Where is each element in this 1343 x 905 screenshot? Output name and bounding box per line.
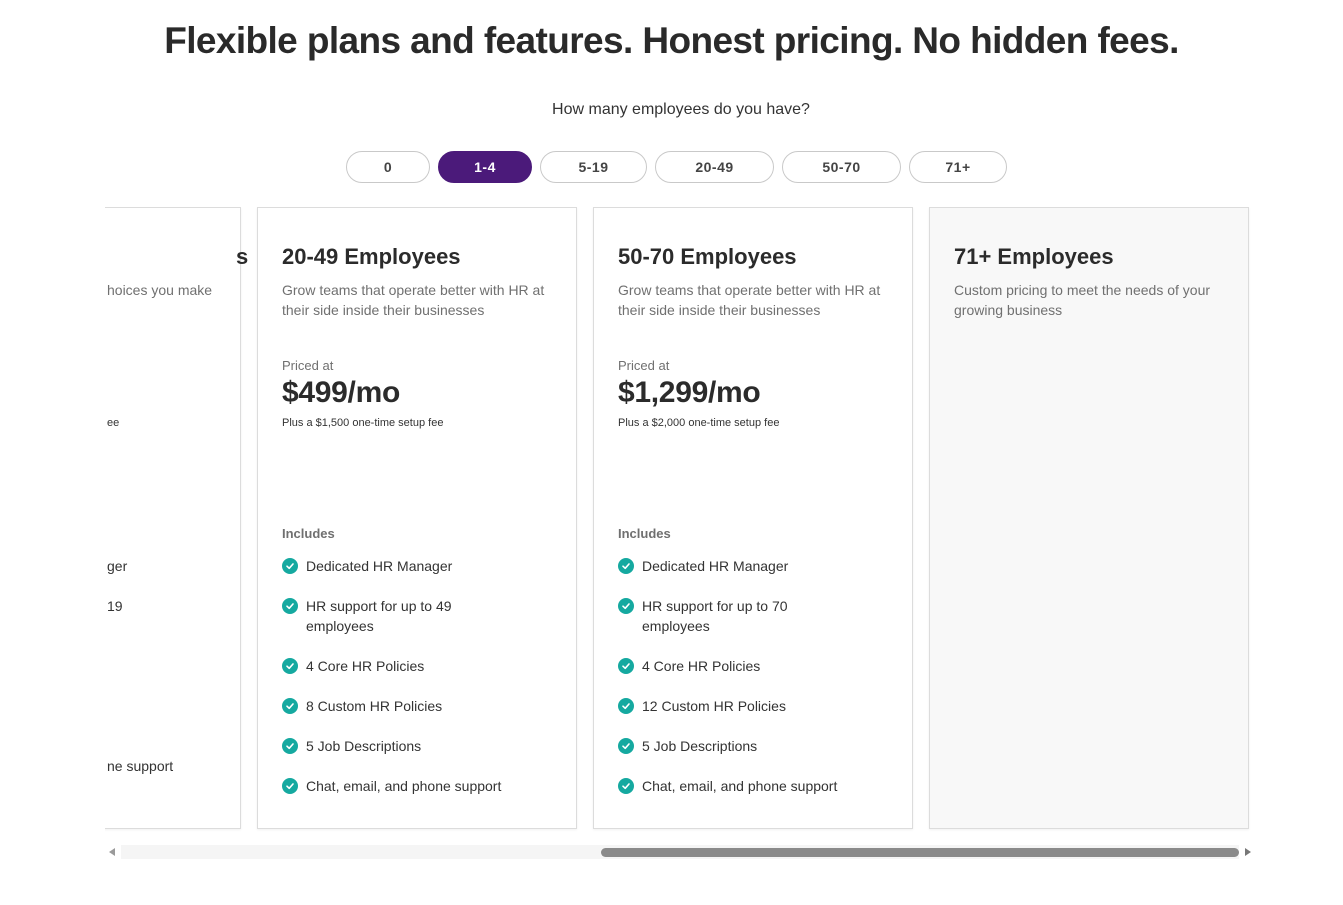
option-5-19-button[interactable]: 5-19 — [540, 151, 647, 183]
check-circle-icon — [282, 778, 298, 794]
plan-title: 50-70 Employees — [618, 244, 797, 269]
check-circle-icon — [618, 778, 634, 794]
feature-item: HR support for up to 70 employees — [618, 596, 898, 636]
feature-item: Chat, email, and phone support — [618, 776, 898, 796]
scrollbar-thumb[interactable] — [601, 848, 1239, 857]
feature-item: 4 Core HR Policies — [618, 656, 898, 676]
check-circle-icon — [282, 558, 298, 574]
check-circle-icon — [618, 598, 634, 614]
option-20-49-button[interactable]: 20-49 — [655, 151, 774, 183]
check-circle-icon — [282, 658, 298, 674]
check-circle-icon — [282, 698, 298, 714]
plan-feature-list: Dedicated HR Manager HR support for up t… — [282, 556, 562, 816]
option-50-70-button[interactable]: 50-70 — [782, 151, 901, 183]
option-0-button[interactable]: 0 — [346, 151, 430, 183]
check-circle-icon — [282, 598, 298, 614]
page-headline: Flexible plans and features. Honest pric… — [164, 20, 1179, 61]
includes-label: Includes — [282, 526, 335, 541]
option-1-4-button[interactable]: 1-4 — [438, 151, 532, 183]
feature-item: 12 Custom HR Policies — [618, 696, 898, 716]
includes-label: Includes — [618, 526, 671, 541]
plan-setup-fee: ee — [107, 417, 120, 429]
arrow-left-icon[interactable] — [109, 848, 115, 856]
feature-item: 5 Job Descriptions — [282, 736, 562, 756]
employee-count-question: How many employees do you have? — [552, 101, 810, 118]
plans-carousel[interactable]: s hoices you make ee ger 19 x x x ne sup… — [105, 207, 1255, 832]
feature-item: 4 Core HR Policies — [282, 656, 562, 676]
plan-setup-fee: Plus a $1,500 one-time setup fee — [282, 417, 444, 429]
plan-card-71-plus: 71+ Employees Custom pricing to meet the… — [929, 207, 1249, 829]
plan-title: 20-49 Employees — [282, 244, 461, 269]
plan-description: Grow teams that operate better with HR a… — [618, 282, 881, 318]
employee-count-selector: 0 1-4 5-19 20-49 50-70 71+ — [0, 151, 1343, 183]
plan-card-partial: s hoices you make ee ger 19 x x x ne sup… — [105, 207, 248, 829]
feature-item: HR support for up to 49 employees — [282, 596, 562, 636]
option-71-plus-button[interactable]: 71+ — [909, 151, 1007, 183]
plan-feature-list: Dedicated HR Manager HR support for up t… — [618, 556, 898, 816]
plan-title: 71+ Employees — [954, 244, 1114, 269]
plan-title: s — [236, 244, 249, 269]
check-circle-icon — [618, 658, 634, 674]
plan-description: Custom pricing to meet the needs of your… — [954, 282, 1211, 318]
plan-card-50-70: 50-70 Employees Grow teams that operate … — [593, 207, 913, 829]
feature-item: Dedicated HR Manager — [618, 556, 898, 576]
feature-item: 8 Custom HR Policies — [282, 696, 562, 716]
check-circle-icon — [618, 558, 634, 574]
feature-item: Chat, email, and phone support — [282, 776, 562, 796]
plan-price: $1,299/mo — [618, 376, 761, 409]
plan-setup-fee: Plus a $2,000 one-time setup fee — [618, 417, 780, 429]
check-circle-icon — [618, 738, 634, 754]
check-circle-icon — [282, 738, 298, 754]
carousel-scrollbar[interactable] — [105, 845, 1255, 859]
feature-item: 5 Job Descriptions — [618, 736, 898, 756]
priced-at-label: Priced at — [282, 358, 334, 373]
arrow-right-icon[interactable] — [1245, 848, 1251, 856]
plan-price: $499/mo — [282, 376, 400, 409]
plan-description: Grow teams that operate better with HR a… — [282, 282, 545, 318]
feature-item: Dedicated HR Manager — [282, 556, 562, 576]
check-circle-icon — [618, 698, 634, 714]
priced-at-label: Priced at — [618, 358, 670, 373]
plan-card-20-49: 20-49 Employees Grow teams that operate … — [257, 207, 577, 829]
